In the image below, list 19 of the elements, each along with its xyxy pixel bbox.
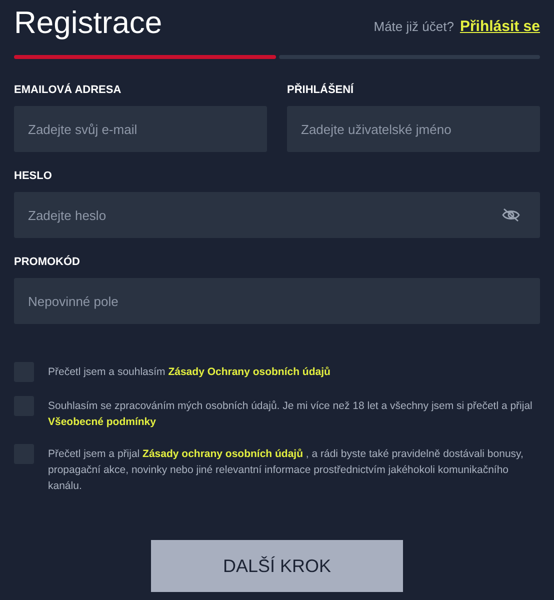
hide-password-icon[interactable] (502, 208, 520, 222)
input-field[interactable]: Zadejte svůj e-mail (14, 106, 267, 152)
field-label: HESLO (14, 169, 53, 183)
next-step-button[interactable]: DALŠÍ KROK (151, 540, 403, 592)
consent-text: Přečetl jsem a přijal Zásady ochrany osobních údajů , a rádi byste také pravidelně dostávali bonusy, propagační akce, novinky nebo jiné relevantní informace prostřednictvím jakéhokoli komunikačního kanálu. (48, 447, 524, 494)
consent-link[interactable]: Všeobecné podmínky (48, 416, 156, 428)
input-field[interactable]: Nepovinné pole (14, 278, 540, 324)
consent-text: Přečetl jsem a souhlasím Zásady Ochrany osobních údajů (48, 365, 330, 380)
consent-text: Souhlasím se zpracováním mých osobních údajů. Je mi více než 18 let a všechny jsem si přečetl a přijal Všeobecné podmínky (48, 399, 534, 430)
input-field[interactable]: Zadejte uživatelské jméno (287, 106, 540, 152)
consent-link[interactable]: Zásady ochrany osobních údajů (142, 448, 303, 460)
field-label: PŘIHLÁŠENÍ (287, 83, 355, 97)
page-title: Registrace (14, 4, 162, 42)
field-label: PROMOKÓD (14, 255, 81, 269)
consent-link[interactable]: Zásady Ochrany osobních údajů (168, 366, 330, 378)
account-prompt: Máte již účet? (374, 18, 454, 36)
field-label: EMAILOVÁ ADRESA (14, 83, 122, 97)
password-field[interactable]: Zadejte heslo (14, 192, 540, 238)
login-link[interactable]: Přihlásit se (460, 16, 540, 38)
